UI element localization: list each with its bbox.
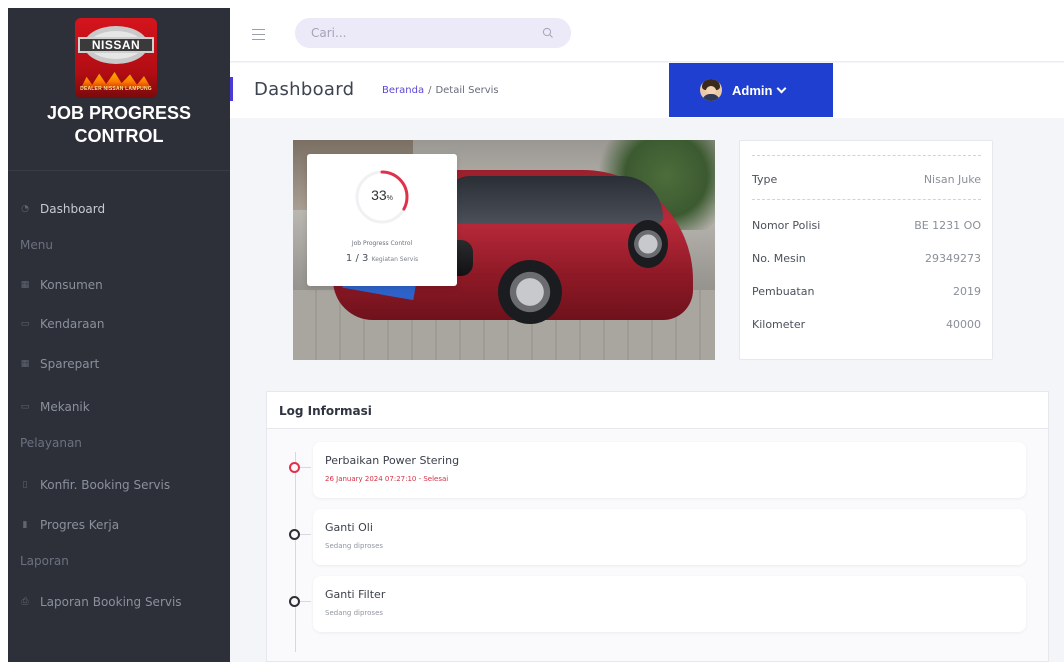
sidebar-item-laporan-booking[interactable]: ⎙ Laporan Booking Servis (20, 591, 182, 613)
sidebar-item-konsumen[interactable]: ▦ Konsumen (20, 274, 103, 296)
timeline-dot (289, 529, 300, 540)
log-item-name: Perbaikan Power Stering (325, 454, 460, 467)
avatar (700, 79, 722, 101)
sidebar-divider (8, 170, 230, 171)
progress-card: 33% Job Progress Control 1 / 3 Kegiatan … (307, 154, 457, 286)
sidebar-item-progres-kerja[interactable]: ▮ Progres Kerja (20, 514, 120, 536)
log-item: Perbaikan Power Stering 26 January 2024 … (313, 442, 1026, 498)
sidebar: NISSAN DEALER NISSAN LAMPUNG JOB PROGRES… (8, 8, 230, 662)
sidebar-item-kendaraan[interactable]: ▭ Kendaraan (20, 313, 105, 335)
sidebar-item-mekanik[interactable]: ▭ Mekanik (20, 396, 90, 418)
nissan-logo: NISSAN DEALER NISSAN LAMPUNG (75, 18, 157, 98)
breadcrumb-separator: / (428, 85, 432, 96)
chevron-down-icon (777, 83, 787, 93)
log-item-status: 26 January 2024 07:27:10 - Selesai (325, 475, 449, 483)
user-menu-button[interactable]: Admin (669, 63, 833, 117)
breadcrumb-current: Detail Servis (435, 85, 499, 96)
info-row-nomor-polisi: Nomor Polisi BE 1231 OO (752, 219, 981, 232)
app-frame: NISSAN DEALER NISSAN LAMPUNG JOB PROGRES… (8, 8, 1064, 662)
log-title: Log Informasi (279, 404, 372, 418)
sidebar-item-label: Dashboard (40, 202, 106, 216)
user-name: Admin (732, 82, 773, 98)
log-item: Ganti Filter Sedang diproses (313, 576, 1026, 632)
progress-count: 1 / 3 Kegiatan Servis (345, 253, 419, 264)
breadcrumb: Beranda / Detail Servis (382, 85, 499, 96)
wrench-icon: ▭ (20, 402, 30, 412)
app-title-line2: CONTROL (74, 126, 164, 146)
sidebar-item-label: Mekanik (40, 400, 90, 414)
log-card: Log Informasi Perbaikan Power Stering 26… (266, 391, 1049, 662)
logo-word: NISSAN (91, 38, 141, 52)
log-item: Ganti Oli Sedang diproses (313, 509, 1026, 565)
sidebar-item-label: Konsumen (40, 278, 103, 292)
page-title: Dashboard (254, 79, 355, 100)
vehicle-info-card: Type Nisan Juke Nomor Polisi BE 1231 OO No… (739, 140, 993, 360)
log-item-status: Sedang diproses (325, 542, 384, 550)
box-icon: ▦ (20, 359, 30, 369)
sidebar-heading-menu: Menu (20, 238, 53, 252)
app-title: JOB PROGRESS CONTROL (8, 102, 230, 148)
sidebar-item-label: Laporan Booking Servis (40, 595, 182, 609)
app-title-line1: JOB PROGRESS (46, 103, 192, 123)
menu-toggle-icon[interactable] (252, 29, 265, 40)
document-icon: ▯ (22, 480, 28, 490)
sidebar-item-sparepart[interactable]: ▦ Sparepart (20, 353, 100, 375)
progress-percent: 33% (371, 187, 393, 203)
logo-subtitle: DEALER NISSAN LAMPUNG (80, 86, 152, 92)
log-header: Log Informasi (267, 392, 1048, 429)
sidebar-heading-laporan: Laporan (20, 554, 69, 568)
search-box (295, 18, 571, 48)
breadcrumb-home[interactable]: Beranda (382, 85, 424, 96)
sidebar-item-konfir-booking[interactable]: ▯ Konfir. Booking Servis (20, 474, 171, 496)
header-accent (230, 77, 233, 101)
log-item-name: Ganti Oli (325, 521, 373, 534)
sidebar-item-label: Sparepart (40, 357, 100, 371)
log-item-status: Sedang diproses (325, 609, 384, 617)
search-icon[interactable] (542, 27, 554, 39)
progress-label: Job Progress Control (351, 240, 413, 247)
car-icon: ▭ (20, 319, 30, 329)
dashboard-icon: ◔ (21, 204, 29, 214)
search-input[interactable] (311, 24, 531, 42)
bar-chart-icon: ▮ (22, 520, 28, 530)
log-item-name: Ganti Filter (325, 588, 386, 601)
info-row-kilometer: Kilometer 40000 (752, 318, 981, 331)
timeline-dot (289, 596, 300, 607)
sidebar-item-label: Konfir. Booking Servis (40, 478, 171, 492)
sidebar-heading-pelayanan: Pelayanan (20, 436, 82, 450)
users-icon: ▦ (20, 280, 30, 290)
sidebar-item-label: Kendaraan (40, 317, 105, 331)
info-row-pembuatan: Pembuatan 2019 (752, 285, 981, 298)
sidebar-item-label: Progres Kerja (40, 518, 120, 532)
timeline-line (295, 452, 296, 652)
print-icon: ⎙ (21, 597, 29, 607)
info-row-no-mesin: No. Mesin 29349273 (752, 252, 981, 265)
page-header: Dashboard Beranda / Detail Servis Admin (230, 63, 1064, 118)
topbar (230, 8, 1064, 62)
timeline-dot (289, 462, 300, 473)
info-row-type: Type Nisan Juke (752, 173, 981, 186)
sidebar-item-dashboard[interactable]: ◔ Dashboard (20, 198, 105, 220)
